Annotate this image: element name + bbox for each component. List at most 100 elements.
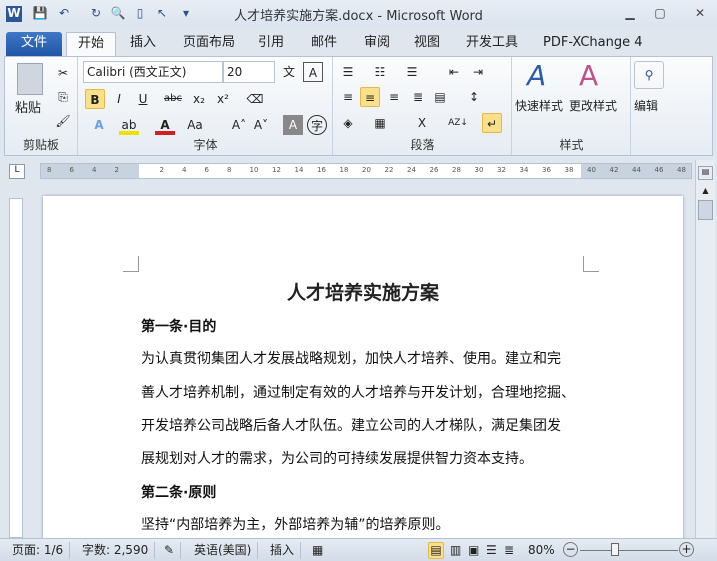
scroll-thumb[interactable]: [698, 200, 713, 220]
paste-button[interactable]: 粘贴: [15, 97, 41, 116]
shading-icon[interactable]: ◈: [338, 113, 358, 133]
document-page[interactable]: 人才培养实施方案 第一条·目的 为认真贯彻集团人才发展战略规划，加快人才培养、使用…: [43, 196, 683, 541]
character-border-icon[interactable]: A: [303, 62, 323, 82]
multilevel-list-icon[interactable]: ☰: [402, 62, 422, 82]
format-painter-icon[interactable]: 🖌: [53, 111, 73, 131]
tab-page-layout[interactable]: 页面布局: [175, 32, 243, 56]
print-layout-icon[interactable]: ▤: [428, 542, 444, 559]
show-marks-icon[interactable]: ↵: [482, 113, 502, 133]
language[interactable]: 英语(美国): [188, 542, 259, 559]
change-styles-icon[interactable]: A: [579, 59, 598, 92]
paragraph-group: ☰ ☷ ☰ ⇤ ⇥ ≡ ≡ ≡ ≣ ▤ ↕ ◈ ▦ X AZ↓ ↵ 段落: [334, 57, 512, 155]
ruler-tick: 2: [159, 166, 164, 174]
align-center-icon[interactable]: ≡: [360, 87, 380, 107]
numbering-icon[interactable]: ☷: [370, 62, 390, 82]
outline-icon[interactable]: ☰: [486, 543, 497, 557]
increase-indent-icon[interactable]: ⇥: [468, 62, 488, 82]
paragraph-line: 坚持“内部培养为主，外部培养为辅”的培养原则。: [141, 517, 450, 533]
find-binoculars-icon[interactable]: ⚲: [634, 61, 664, 89]
distributed-icon[interactable]: ▤: [430, 87, 450, 107]
editing-group: ⚲ 编辑: [632, 57, 672, 155]
tab-view[interactable]: 视图: [406, 32, 448, 56]
web-layout-icon[interactable]: ▣: [468, 543, 479, 557]
paste-icon[interactable]: [17, 63, 43, 95]
tab-review[interactable]: 审阅: [356, 32, 398, 56]
text-direction-icon[interactable]: X: [412, 113, 432, 133]
quick-styles-button[interactable]: 快速样式: [515, 97, 563, 114]
align-right-icon[interactable]: ≡: [384, 87, 404, 107]
paragraph-line: 展规划对人才的需求，为公司的可持续发展提供智力资本支持。: [141, 451, 533, 467]
text-effects-icon[interactable]: A: [89, 115, 109, 135]
tab-file[interactable]: 文件: [6, 32, 62, 56]
ruler-tick: 44: [632, 166, 641, 174]
zoom-in-button[interactable]: +: [679, 542, 694, 557]
ruler-tick: 4: [92, 166, 97, 174]
decrease-indent-icon[interactable]: ⇤: [444, 62, 464, 82]
tab-pdf-xchange[interactable]: PDF-XChange 4: [535, 32, 651, 56]
draft-icon[interactable]: ≣: [504, 543, 514, 557]
tab-insert[interactable]: 插入: [122, 32, 164, 56]
quick-styles-icon[interactable]: A: [527, 59, 546, 92]
ruler-tick: 38: [564, 166, 574, 174]
macro-record-icon[interactable]: ▦: [306, 542, 329, 559]
superscript-button[interactable]: x²: [213, 89, 233, 109]
bold-button[interactable]: B: [85, 89, 105, 109]
scroll-up-icon[interactable]: ▲: [698, 186, 713, 198]
italic-button[interactable]: I: [109, 89, 129, 109]
insert-mode[interactable]: 插入: [264, 542, 302, 559]
view-ruler-icon[interactable]: ▤: [698, 166, 713, 180]
restore-button[interactable]: ▢: [650, 6, 670, 22]
ruler-tick: 26: [429, 166, 439, 174]
character-shading-icon[interactable]: A: [283, 115, 303, 135]
change-case-icon[interactable]: Aa: [185, 115, 205, 135]
shrink-font-icon[interactable]: A˅: [251, 115, 271, 135]
tab-home[interactable]: 开始: [66, 32, 116, 56]
ruler-tick: 6: [69, 166, 74, 174]
editing-button[interactable]: 编辑: [634, 97, 658, 114]
horizontal-ruler[interactable]: 8 6 4 2 2 4 6 8 10 12 14 16 18 20 22 24 26 28 30 32 34 36 38 40…: [40, 163, 692, 179]
phonetic-guide-icon[interactable]: 文: [279, 62, 299, 82]
vertical-scrollbar[interactable]: ▤ ▲: [695, 160, 715, 538]
change-styles-button[interactable]: 更改样式: [569, 97, 617, 114]
justify-icon[interactable]: ≣: [408, 87, 428, 107]
ruler-tick: 6: [204, 166, 209, 174]
zoom-slider-thumb[interactable]: [611, 543, 620, 556]
subscript-button[interactable]: x₂: [189, 89, 209, 109]
ruler-tick: 16: [317, 166, 326, 174]
highlight-icon[interactable]: ab: [119, 115, 139, 135]
enclose-characters-icon[interactable]: 字: [307, 115, 327, 135]
font-size-combo[interactable]: 20: [223, 61, 275, 83]
clear-formatting-icon[interactable]: ⌫: [245, 89, 265, 109]
line-spacing-icon[interactable]: ↕: [464, 87, 484, 107]
zoom-out-button[interactable]: −: [563, 542, 578, 557]
proofing-icon[interactable]: ✎: [158, 542, 182, 559]
grow-font-icon[interactable]: A˄: [229, 115, 249, 135]
font-color-icon[interactable]: A: [155, 115, 175, 135]
section-heading: 第一条·目的: [141, 319, 217, 335]
sort-icon[interactable]: AZ↓: [448, 113, 468, 133]
minimize-button[interactable]: ▁: [620, 6, 640, 22]
tab-selector[interactable]: L: [9, 164, 25, 179]
close-button[interactable]: ✕: [690, 6, 710, 22]
tab-developer[interactable]: 开发工具: [458, 32, 526, 56]
borders-icon[interactable]: ▦: [370, 113, 390, 133]
align-left-icon[interactable]: ≡: [338, 87, 358, 107]
bullets-icon[interactable]: ☰: [338, 62, 358, 82]
vertical-ruler[interactable]: [9, 198, 23, 538]
page-count[interactable]: 页面: 1/6: [6, 542, 71, 559]
ruler-tick: 8: [47, 166, 52, 174]
tab-references[interactable]: 引用: [250, 32, 292, 56]
ribbon: 粘贴 ✂ ⎘ 🖌 剪贴板 Calibri (西文正文) 20 文 A B I U…: [4, 56, 713, 156]
underline-button[interactable]: U: [133, 89, 153, 109]
paragraph-line: 善人才培养机制，通过制定有效的人才培养与开发计划，合理地挖掘、: [141, 385, 575, 401]
strikethrough-button[interactable]: abc: [163, 89, 183, 109]
word-count[interactable]: 字数: 2,590: [76, 542, 156, 559]
zoom-level[interactable]: 80%: [528, 543, 555, 557]
ribbon-tabs: 文件 开始 插入 页面布局 引用 邮件 审阅 视图 开发工具 PDF-XChan…: [0, 28, 717, 78]
cut-icon[interactable]: ✂: [53, 63, 73, 83]
tab-mailings[interactable]: 邮件: [303, 32, 345, 56]
copy-icon[interactable]: ⎘: [53, 87, 73, 107]
full-screen-reading-icon[interactable]: ▥: [450, 543, 461, 557]
zoom-slider[interactable]: [580, 550, 678, 551]
font-name-combo[interactable]: Calibri (西文正文): [83, 61, 223, 83]
